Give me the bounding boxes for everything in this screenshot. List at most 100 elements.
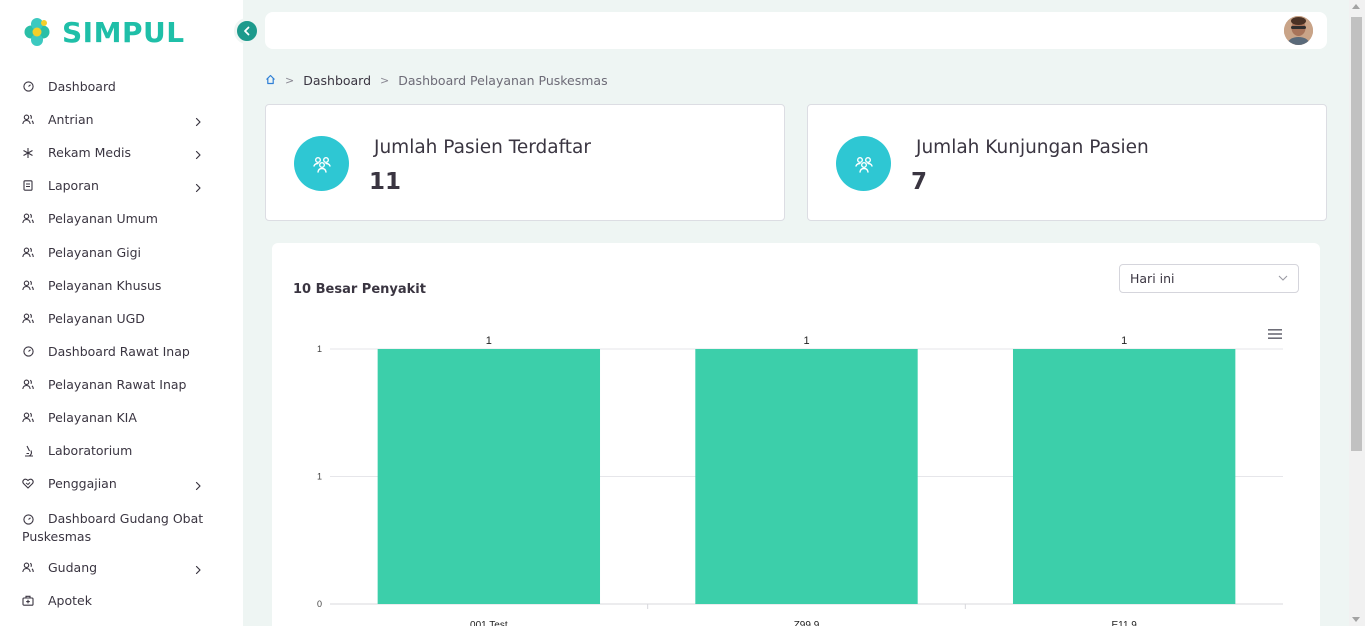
sidebar-item-label: Gudang bbox=[48, 560, 98, 576]
stat-card-registered-patients: Jumlah Pasien Terdaftar 11 bbox=[265, 104, 785, 221]
gauge-icon bbox=[22, 513, 34, 525]
user-avatar[interactable] bbox=[1284, 16, 1313, 45]
sidebar-item-label: Pelayanan Umum bbox=[48, 211, 158, 227]
chevron-right-icon bbox=[193, 115, 203, 126]
sidebar-item-label: Dashboard Gudang Obat Puskesmas bbox=[22, 510, 204, 546]
sidebar-item-pelayanan-rawat-inap[interactable]: Pelayanan Rawat Inap bbox=[0, 368, 243, 401]
breadcrumb-dashboard[interactable]: Dashboard bbox=[303, 73, 371, 88]
sidebar-item-dashboard[interactable]: Dashboard bbox=[0, 70, 243, 103]
sidebar-item-label: Laporan bbox=[48, 178, 99, 194]
document-icon bbox=[22, 180, 34, 192]
users-icon bbox=[22, 246, 34, 258]
stat-value: 7 bbox=[911, 169, 928, 195]
y-tick-label: 1 bbox=[317, 472, 322, 482]
sidebar-item-dashboard-gudang-obat[interactable]: Dashboard Gudang Obat Puskesmas bbox=[0, 500, 243, 551]
sidebar-item-laporan[interactable]: Laporan bbox=[0, 169, 243, 202]
breadcrumb: > Dashboard > Dashboard Pelayanan Puskes… bbox=[265, 72, 608, 88]
scrollbar-thumb[interactable] bbox=[1351, 17, 1362, 451]
y-tick-label: 1 bbox=[317, 344, 322, 354]
sidebar: SIMPUL Dashboard Antrian Rekam Medis Lapora… bbox=[0, 0, 243, 626]
sidebar-item-label: Penggajian bbox=[48, 476, 117, 492]
scroll-up-arrow-icon[interactable] bbox=[1352, 4, 1360, 9]
breadcrumb-current: Dashboard Pelayanan Puskesmas bbox=[398, 72, 608, 88]
topbar bbox=[265, 12, 1327, 49]
bar-e11-9 bbox=[1012, 349, 1236, 604]
bar-z99-9 bbox=[695, 349, 918, 604]
y-tick-label: 0 bbox=[317, 599, 322, 609]
x-tick-label: Z99.9 bbox=[794, 620, 820, 626]
sidebar-item-label: Dashboard Rawat Inap bbox=[48, 343, 190, 359]
users-icon bbox=[22, 114, 34, 126]
sidebar-item-apotek[interactable]: Apotek bbox=[0, 584, 243, 617]
chart-title: 10 Besar Penyakit bbox=[293, 282, 426, 297]
collapse-sidebar-button[interactable] bbox=[234, 18, 260, 44]
chevron-left-icon bbox=[244, 26, 250, 36]
chevron-right-icon bbox=[193, 148, 203, 159]
users-icon bbox=[22, 312, 34, 324]
chevron-down-icon bbox=[1278, 275, 1288, 281]
sidebar-item-rekam-medis[interactable]: Rekam Medis bbox=[0, 136, 243, 169]
stat-value: 11 bbox=[369, 169, 402, 195]
users-icon bbox=[22, 411, 34, 423]
breadcrumb-separator: > bbox=[285, 73, 295, 87]
users-group-icon bbox=[294, 136, 349, 191]
sidebar-item-pelayanan-ugd[interactable]: Pelayanan UGD bbox=[0, 302, 243, 335]
sidebar-item-label: Dashboard bbox=[48, 79, 116, 95]
sidebar-item-pelayanan-kia[interactable]: Pelayanan KIA bbox=[0, 401, 243, 434]
brand-name: SIMPUL bbox=[62, 15, 185, 49]
sidebar-item-label: Antrian bbox=[48, 112, 94, 128]
brand[interactable]: SIMPUL bbox=[22, 14, 185, 50]
users-icon bbox=[22, 213, 34, 225]
sidebar-item-label: Pelayanan Gigi bbox=[48, 244, 142, 260]
gauge-icon bbox=[22, 345, 34, 357]
briefcase-medical-icon bbox=[22, 595, 34, 607]
asterisk-icon bbox=[22, 147, 34, 159]
sidebar-item-dashboard-rawat-inap[interactable]: Dashboard Rawat Inap bbox=[0, 335, 243, 368]
users-icon bbox=[22, 279, 34, 291]
sidebar-item-label-line1: Dashboard Gudang Obat bbox=[48, 511, 204, 527]
sidebar-item-pelayanan-gigi[interactable]: Pelayanan Gigi bbox=[0, 235, 243, 268]
sidebar-item-label: Pelayanan Rawat Inap bbox=[48, 376, 187, 392]
users-group-icon bbox=[836, 136, 891, 191]
sidebar-item-label: Pelayanan Khusus bbox=[48, 277, 162, 293]
data-label: 1 bbox=[1121, 335, 1127, 347]
microscope-icon bbox=[22, 445, 34, 457]
data-label: 1 bbox=[803, 335, 809, 347]
chevron-right-icon bbox=[193, 563, 203, 574]
gauge-icon bbox=[22, 81, 34, 93]
sidebar-item-penggajian[interactable]: Penggajian bbox=[0, 467, 243, 500]
sidebar-item-label: Pelayanan KIA bbox=[48, 409, 137, 425]
sidebar-item-pelayanan-khusus[interactable]: Pelayanan Khusus bbox=[0, 269, 243, 302]
x-tick-label: E11.9 bbox=[1111, 620, 1137, 626]
page-scrollbar[interactable] bbox=[1349, 0, 1365, 626]
scroll-down-arrow-icon[interactable] bbox=[1352, 617, 1360, 622]
stat-title: Jumlah Kunjungan Pasien bbox=[916, 137, 1149, 158]
chart-card: 10 Besar Penyakit Hari ini 0 1 1 1 001 Test 1… bbox=[272, 243, 1320, 626]
sidebar-item-label: Pelayanan UGD bbox=[48, 310, 145, 326]
breadcrumb-separator: > bbox=[380, 73, 390, 87]
stat-title: Jumlah Pasien Terdaftar bbox=[374, 137, 591, 158]
sidebar-item-label: Rekam Medis bbox=[48, 145, 132, 161]
sidebar-item-label: Apotek bbox=[48, 593, 92, 609]
data-label: 1 bbox=[486, 335, 492, 347]
period-select[interactable]: Hari ini bbox=[1119, 264, 1299, 293]
sidebar-item-label-line2: Puskesmas bbox=[22, 529, 92, 545]
bar-001-test bbox=[377, 349, 601, 604]
sidebar-item-gudang[interactable]: Gudang bbox=[0, 551, 243, 584]
brand-logo-icon bbox=[22, 16, 52, 48]
x-tick-label: 001 Test bbox=[470, 620, 508, 626]
period-select-value: Hari ini bbox=[1130, 271, 1175, 286]
chevron-right-icon bbox=[193, 479, 203, 490]
sidebar-item-antrian[interactable]: Antrian bbox=[0, 103, 243, 136]
sidebar-item-laboratorium[interactable]: Laboratorium bbox=[0, 434, 243, 467]
home-icon[interactable] bbox=[265, 73, 276, 88]
heart-handshake-icon bbox=[22, 478, 34, 490]
sidebar-item-pelayanan-umum[interactable]: Pelayanan Umum bbox=[0, 202, 243, 235]
stat-card-patient-visits: Jumlah Kunjungan Pasien 7 bbox=[807, 104, 1327, 221]
bar-chart: 0 1 1 1 001 Test 1 Z99.9 1 E11.9 bbox=[317, 335, 1283, 626]
users-icon bbox=[22, 378, 34, 390]
users-icon bbox=[22, 562, 34, 574]
sidebar-item-label: Laboratorium bbox=[48, 443, 133, 459]
chevron-right-icon bbox=[193, 181, 203, 192]
sidebar-menu: Dashboard Antrian Rekam Medis Laporan Pelaya… bbox=[0, 70, 243, 617]
